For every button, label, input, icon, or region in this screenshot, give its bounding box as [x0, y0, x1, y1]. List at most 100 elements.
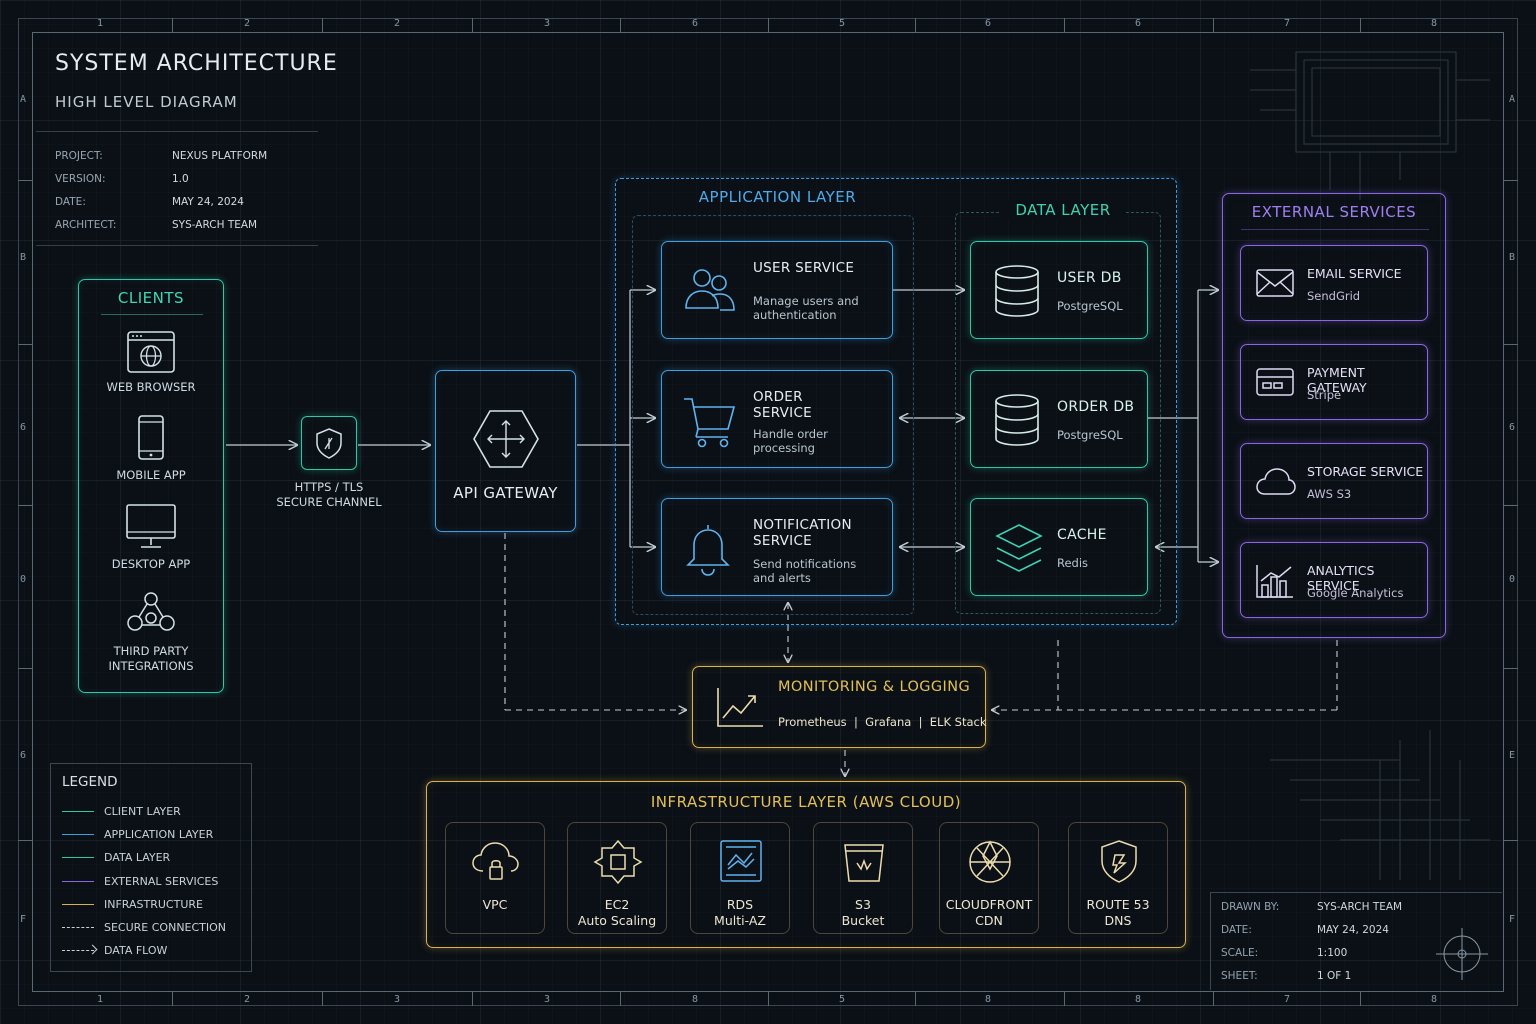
cache[interactable]: CACHE Redis	[970, 498, 1148, 596]
title-block-scale: SCALE: 1:100	[1221, 947, 1348, 959]
service-name: ORDER SERVICE	[753, 389, 813, 421]
order-service[interactable]: ORDER SERVICE Handle order processing	[661, 370, 893, 468]
analytics-service[interactable]: ANALYTICS SERVICE Google Analytics	[1240, 542, 1428, 618]
legend-label: DATA LAYER	[104, 851, 171, 865]
infra-cloudfront[interactable]: CLOUDFRONT CDN	[939, 822, 1039, 934]
globe-network-icon	[969, 840, 1011, 883]
infra-s3[interactable]: S3 Bucket	[813, 822, 913, 934]
payment-gateway[interactable]: PAYMENT GATEWAY Stripe	[1240, 344, 1428, 420]
infra-name: ROUTE 53 DNS	[1086, 897, 1150, 928]
legend-swatch	[62, 811, 94, 812]
infra-vpc[interactable]: VPC	[445, 822, 545, 934]
shield-route-icon	[1101, 840, 1137, 883]
api-gateway[interactable]: API GATEWAY	[435, 370, 576, 532]
legend-label: SECURE CONNECTION	[104, 921, 227, 934]
storage-service[interactable]: STORAGE SERVICE AWS S3	[1240, 443, 1428, 519]
user-service[interactable]: USER SERVICE Manage users and authentica…	[661, 241, 893, 339]
client-desktop-app[interactable]: DESKTOP APP	[78, 503, 224, 572]
ruler-tick	[472, 992, 473, 1006]
monitoring-logging[interactable]: MONITORING & LOGGING Prometheus | Grafan…	[692, 666, 987, 748]
desktop-monitor-icon	[126, 504, 176, 548]
legend-swatch	[62, 903, 94, 905]
user-db[interactable]: USER DB PostgreSQL	[970, 241, 1148, 339]
ruler-tick	[18, 505, 32, 506]
ruler-tick	[18, 668, 32, 669]
ruler-tick	[1360, 18, 1361, 32]
legend-label: EXTERNAL SERVICES	[104, 874, 219, 888]
client-web-browser[interactable]: WEB BROWSER	[78, 330, 224, 395]
client-mobile-app[interactable]: MOBILE APP	[78, 414, 224, 483]
infra-rds[interactable]: RDS Multi-AZ	[690, 822, 790, 934]
external-services-title: EXTERNAL SERVICES	[1251, 203, 1417, 221]
data-layer-title: DATA LAYER	[1000, 201, 1126, 219]
ruler-tick	[1213, 18, 1214, 32]
ruler-tick	[472, 18, 473, 32]
network-nodes-icon	[127, 592, 175, 631]
store-engine: PostgreSQL	[1057, 428, 1123, 442]
bell-icon	[686, 525, 730, 576]
ruler-tick	[18, 840, 32, 841]
email-service[interactable]: EMAIL SERVICE SendGrid	[1240, 245, 1428, 321]
ruler-tick	[915, 992, 916, 1006]
order-db[interactable]: ORDER DB PostgreSQL	[970, 370, 1148, 468]
database-icon	[995, 265, 1039, 317]
infra-route53[interactable]: ROUTE 53 DNS	[1068, 822, 1168, 934]
legend-box	[50, 763, 252, 972]
ruler-tick	[322, 992, 323, 1006]
database-icon	[995, 394, 1039, 446]
legend-label: CLIENT LAYER	[104, 805, 181, 818]
legend-label: APPLICATION LAYER	[104, 828, 214, 842]
legend-swatch	[62, 834, 94, 836]
notification-service[interactable]: NOTIFICATION SERVICE Send notifications …	[661, 498, 893, 596]
ruler-tick	[1064, 18, 1065, 32]
service-desc-line2: processing	[753, 441, 815, 455]
store-name: CACHE	[1057, 527, 1107, 543]
ruler-tick	[768, 992, 769, 1006]
ruler-tick	[1504, 840, 1518, 841]
credit-card-icon	[1256, 368, 1294, 396]
envelope-icon	[1256, 269, 1294, 297]
service-desc-line2: authentication	[753, 308, 837, 322]
shield-icon	[316, 428, 342, 459]
store-engine: Redis	[1057, 556, 1089, 570]
secure-channel-node[interactable]	[301, 416, 357, 470]
infra-name: EC2 Auto Scaling	[577, 897, 657, 928]
ruler-tick	[1504, 180, 1518, 181]
legend-item: DATA LAYER	[62, 851, 170, 864]
client-label: DESKTOP APP	[111, 557, 191, 571]
service-name: USER SERVICE	[753, 260, 855, 276]
cloud-lock-icon	[472, 842, 519, 880]
database-server-icon	[720, 840, 762, 882]
ruler-tick	[1504, 668, 1518, 669]
clients-title: CLIENTS	[117, 289, 185, 307]
users-icon	[685, 269, 735, 311]
store-name: ORDER DB	[1057, 399, 1135, 415]
infrastructure-title: INFRASTRUCTURE LAYER (AWS CLOUD)	[650, 793, 962, 811]
external-name: STORAGE SERVICE	[1307, 464, 1424, 479]
legend-swatch	[62, 880, 94, 882]
infra-name: VPC	[482, 897, 508, 912]
client-label: THIRD PARTY	[113, 644, 189, 658]
ruler-tick	[18, 180, 32, 181]
globe-browser-icon	[127, 331, 175, 373]
ruler-tick	[18, 344, 32, 345]
gateway-hexagon-icon	[473, 410, 539, 468]
client-third-party[interactable]: THIRD PARTY INTEGRATIONS	[78, 590, 224, 674]
legend-item: DATA FLOW	[62, 944, 167, 957]
ruler-tick	[1213, 992, 1214, 1006]
ruler-tick	[172, 992, 173, 1006]
external-name: EMAIL SERVICE	[1307, 266, 1402, 281]
service-desc-line1: Handle order	[753, 427, 828, 441]
infra-name: S3 Bucket	[841, 897, 885, 928]
ruler-tick	[768, 18, 769, 32]
external-provider: Google Analytics	[1307, 586, 1404, 600]
monitoring-title: MONITORING & LOGGING	[778, 679, 971, 695]
infra-ec2[interactable]: EC2 Auto Scaling	[567, 822, 667, 934]
shopping-cart-icon	[684, 398, 736, 448]
external-provider: SendGrid	[1307, 289, 1361, 303]
legend-item: CLIENT LAYER	[62, 805, 181, 818]
ruler-tick	[1504, 505, 1518, 506]
cloud-icon	[1256, 468, 1296, 495]
monitoring-tools: Prometheus | Grafana | ELK Stack	[778, 715, 987, 729]
crosshair-icon	[1436, 928, 1488, 980]
